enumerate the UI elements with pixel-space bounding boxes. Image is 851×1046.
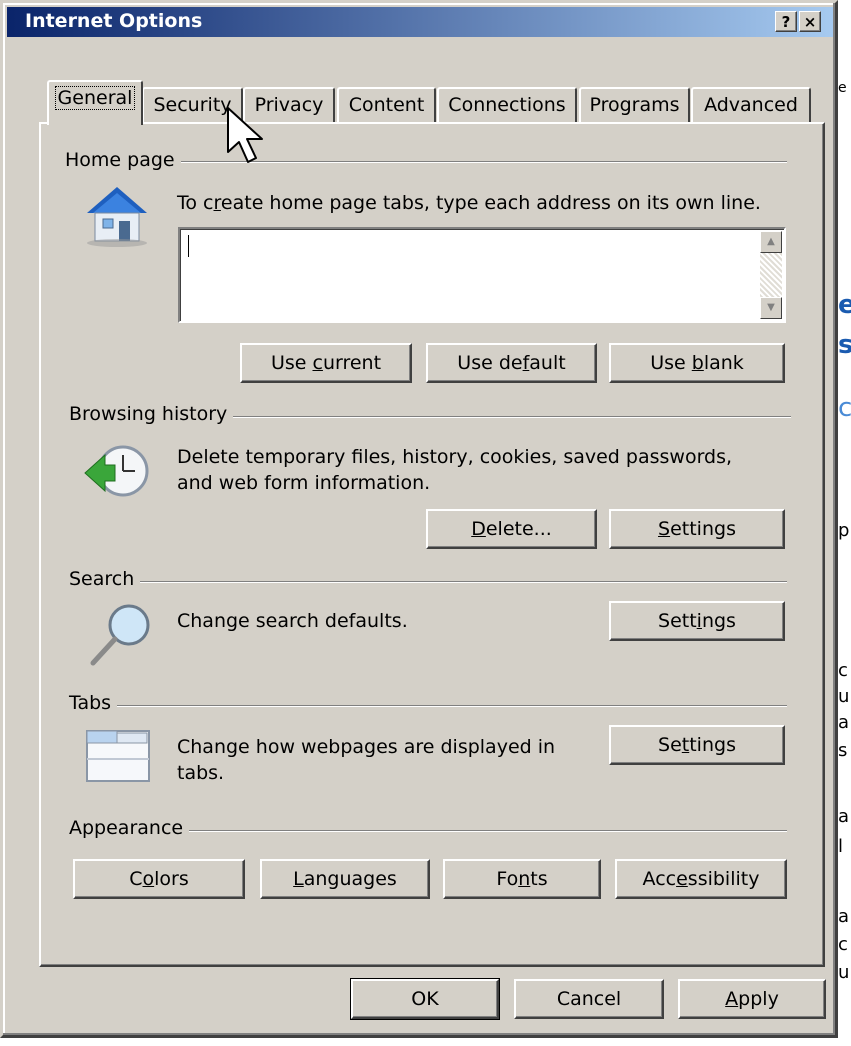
tabs-description-2: tabs. [177,762,225,784]
bg-fragment: c [838,393,851,423]
bg-fragment: c [838,934,848,955]
mouse-pointer-icon [227,107,263,163]
browsing-history-description-1: Delete temporary files, history, cookies… [177,446,733,468]
languages-button[interactable]: Languages [260,859,430,899]
tab-general[interactable]: General [47,80,143,125]
divider [73,581,787,583]
internet-options-dialog: Internet Options ? × General Security Pr… [0,0,838,1038]
bg-fragment: p [838,520,850,541]
colors-button[interactable]: Colors [73,859,245,899]
bg-fragment: a [838,906,850,927]
bg-fragment: s [838,740,848,761]
tab-connections[interactable]: Connections [437,87,577,123]
use-default-button[interactable]: Use default [426,343,597,383]
browsing-history-description-2: and web form information. [177,472,431,494]
home-page-address-field[interactable]: ▲ ▼ [178,227,786,323]
search-description: Change search defaults. [177,610,408,632]
group-label-browsing-history: Browsing history [69,403,234,425]
browsing-history-settings-button[interactable]: Settings [609,509,785,549]
scroll-down-arrow-icon[interactable]: ▼ [760,297,782,319]
bg-fragment: s [838,330,851,360]
bg-fragment: e [838,80,847,96]
bg-fragment: a [838,712,850,733]
group-label-tabs: Tabs [69,692,118,714]
cancel-button[interactable]: Cancel [514,979,664,1019]
group-label-search: Search [69,568,141,590]
bg-fragment: l [838,836,844,857]
use-current-button[interactable]: Use current [240,343,412,383]
scroll-up-arrow-icon[interactable]: ▲ [760,231,782,253]
magnifier-icon [90,604,150,666]
tab-programs[interactable]: Programs [579,87,690,123]
bg-fragment: u [838,686,850,707]
window-title: Internet Options [25,10,203,32]
history-clock-icon [84,445,149,497]
bg-fragment: a [838,806,850,827]
help-button[interactable]: ? [775,11,797,32]
tab-content[interactable]: Content [337,87,436,123]
bg-fragment: u [838,962,850,983]
house-icon [87,187,147,247]
group-label-appearance: Appearance [69,817,190,839]
fonts-button[interactable]: Fonts [443,859,601,899]
tab-label: General [54,86,136,110]
tabs-settings-button[interactable]: Settings [609,725,785,765]
tab-advanced[interactable]: Advanced [691,87,811,123]
group-label-home-page: Home page [65,149,181,171]
accessibility-button[interactable]: Accessibility [615,859,787,899]
apply-button[interactable]: Apply [678,979,826,1019]
bg-fragment: e [838,290,851,320]
close-button[interactable]: × [799,11,821,32]
ok-button[interactable]: OK [350,978,500,1020]
vertical-scrollbar[interactable]: ▲ ▼ [760,231,782,319]
background-window: e e s c p c u a s a l a c u [836,0,851,1046]
text-caret [188,235,189,257]
delete-history-button[interactable]: Delete... [426,509,597,549]
bg-fragment: c [838,660,848,681]
title-bar[interactable]: Internet Options ? × [7,7,833,37]
tabs-icon [86,730,150,782]
divider [73,705,787,707]
home-page-description: To create home page tabs, type each addr… [177,192,761,214]
tabs-description-1: Change how webpages are displayed in [177,736,556,758]
use-blank-button[interactable]: Use blank [609,343,785,383]
search-settings-button[interactable]: Settings [609,601,785,641]
